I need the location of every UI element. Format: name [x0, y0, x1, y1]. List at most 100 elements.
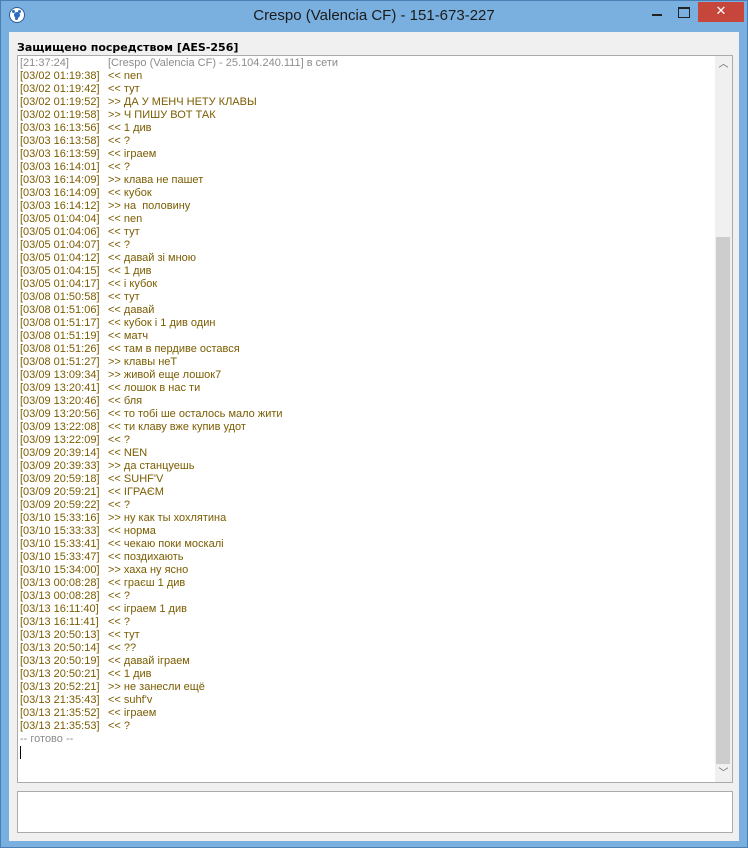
chat-message: [03/09 20:59:21] << ІГРАЄМ: [20, 486, 710, 499]
timestamp: [03/03 16:14:09]: [20, 174, 100, 186]
direction-marker: <<: [108, 707, 121, 719]
direction-marker: <<: [108, 720, 121, 732]
direction-marker: <<: [108, 642, 121, 654]
direction-marker: <<: [108, 577, 121, 589]
chat-message: [03/09 13:22:08] << ти клаву вже купив уд…: [20, 421, 710, 434]
direction-marker: <<: [108, 447, 121, 459]
timestamp: [03/09 13:09:34]: [20, 369, 100, 381]
chat-message: [03/09 20:59:18] << SUHF'V: [20, 473, 710, 486]
chat-message: [03/13 00:08:28] << граєш 1 див: [20, 577, 710, 590]
message-text: 1 див: [123, 122, 152, 134]
direction-marker: <<: [108, 161, 121, 173]
chat-message: [03/13 20:50:19] << давай іграем: [20, 655, 710, 668]
message-text: ?: [123, 135, 131, 147]
direction-marker: <<: [108, 70, 121, 82]
chat-message: [03/13 16:11:41] << ?: [20, 616, 710, 629]
timestamp: [03/03 16:14:01]: [20, 161, 100, 173]
chat-message: [03/13 21:35:53] << ?: [20, 720, 710, 733]
timestamp: [03/13 21:35:52]: [20, 707, 100, 719]
message-text: ?: [123, 720, 131, 732]
timestamp: [03/13 16:11:40]: [20, 603, 99, 615]
direction-marker: <<: [108, 304, 121, 316]
timestamp: [03/13 16:11:41]: [20, 616, 99, 628]
direction-marker: <<: [108, 330, 121, 342]
scroll-down-icon[interactable]: ﹀: [715, 765, 732, 782]
title-bar[interactable]: Crespo (Valencia CF) - 151-673-227 ✕: [1, 1, 747, 32]
scroll-up-icon[interactable]: ︿: [715, 56, 732, 73]
timestamp: [03/08 01:51:27]: [20, 356, 100, 368]
scroll-thumb[interactable]: [716, 237, 730, 764]
direction-marker: <<: [108, 213, 121, 225]
message-text: suhf'v: [123, 694, 153, 706]
chat-message: [03/13 20:50:13] << тут: [20, 629, 710, 642]
message-text: nen: [123, 70, 143, 82]
timestamp: [03/09 20:39:14]: [20, 447, 100, 459]
message-text: норма: [123, 525, 156, 537]
maximize-button[interactable]: [671, 2, 697, 22]
chat-message: [03/09 13:20:46] << бля: [20, 395, 710, 408]
timestamp: [03/09 13:20:56]: [20, 408, 100, 420]
message-input[interactable]: [17, 791, 733, 833]
direction-marker: <<: [108, 278, 121, 290]
message-text: кубок і 1 див один: [123, 317, 216, 329]
message-text: на половину: [123, 200, 191, 212]
chat-message: [03/02 01:19:52] >> ДА У МЕНЧ НЕТУ КЛАВЫ: [20, 96, 710, 109]
direction-marker: <<: [108, 421, 121, 433]
chat-message: [03/13 16:11:40] << іграем 1 див: [20, 603, 710, 616]
timestamp: [03/10 15:33:33]: [20, 525, 100, 537]
direction-marker: <<: [108, 499, 121, 511]
close-button[interactable]: ✕: [698, 2, 744, 22]
chat-message: [03/13 00:08:28] << ?: [20, 590, 710, 603]
direction-marker: <<: [108, 408, 121, 420]
direction-marker: >>: [108, 512, 121, 524]
direction-marker: <<: [108, 525, 121, 537]
timestamp: [03/05 01:04:15]: [20, 265, 100, 277]
direction-marker: <<: [108, 226, 121, 238]
encryption-label: Защищено посредством [AES-256]: [17, 41, 239, 54]
timestamp: [03/10 15:33:47]: [20, 551, 100, 563]
chat-message: [03/05 01:04:17] << і кубок: [20, 278, 710, 291]
chat-window: Crespo (Valencia CF) - 151-673-227 ✕ Защ…: [0, 0, 748, 848]
chat-message: [03/03 16:14:12] >> на половину: [20, 200, 710, 213]
direction-marker: <<: [108, 629, 121, 641]
timestamp: [03/09 20:59:22]: [20, 499, 100, 511]
chat-history[interactable]: [21:37:24] [Crespo (Valencia CF) - 25.104…: [17, 55, 733, 783]
message-text: поздихають: [123, 551, 184, 563]
timestamp: [03/02 01:19:52]: [20, 96, 100, 108]
chat-message: [03/05 01:04:12] << давай зі мною: [20, 252, 710, 265]
timestamp: [03/09 20:59:18]: [20, 473, 100, 485]
direction-marker: <<: [108, 668, 121, 680]
timestamp: [03/02 01:19:58]: [20, 109, 100, 121]
direction-marker: >>: [108, 200, 121, 212]
direction-marker: <<: [108, 239, 121, 251]
message-text: тут: [123, 629, 140, 641]
message-text: давай іграем: [123, 655, 190, 667]
timestamp: [03/09 13:20:41]: [20, 382, 100, 394]
direction-marker: <<: [108, 265, 121, 277]
minimize-button[interactable]: [644, 2, 670, 22]
message-text: іграем: [123, 707, 157, 719]
message-text: ?: [123, 161, 131, 173]
system-line: [21:37:24] [Crespo (Valencia CF) - 25.104…: [20, 57, 710, 70]
message-text: ?: [123, 239, 131, 251]
chat-message: [03/05 01:04:07] << ?: [20, 239, 710, 252]
vertical-scrollbar[interactable]: ︿ ﹀: [715, 56, 732, 782]
chat-message: [03/05 01:04:06] << тут: [20, 226, 710, 239]
direction-marker: <<: [108, 252, 121, 264]
direction-marker: >>: [108, 174, 121, 186]
direction-marker: <<: [108, 83, 121, 95]
timestamp: [03/08 01:51:19]: [20, 330, 100, 342]
timestamp: [03/08 01:50:58]: [20, 291, 100, 303]
direction-marker: >>: [108, 356, 121, 368]
chat-message: [03/03 16:13:56] << 1 див: [20, 122, 710, 135]
timestamp: [03/05 01:04:07]: [20, 239, 100, 251]
message-text: то тобі ше осталось мало жити: [123, 408, 283, 420]
timestamp: [03/03 16:14:09]: [20, 187, 100, 199]
chat-message: [03/03 16:14:09] << кубок: [20, 187, 710, 200]
chat-message: [03/08 01:51:17] << кубок і 1 див один: [20, 317, 710, 330]
message-text: хаха ну ясно: [123, 564, 189, 576]
timestamp: [03/03 16:14:12]: [20, 200, 100, 212]
message-text: матч: [123, 330, 149, 342]
chat-message: [03/09 20:39:33] >> да станцуешь: [20, 460, 710, 473]
timestamp: [03/13 20:50:14]: [20, 642, 100, 654]
